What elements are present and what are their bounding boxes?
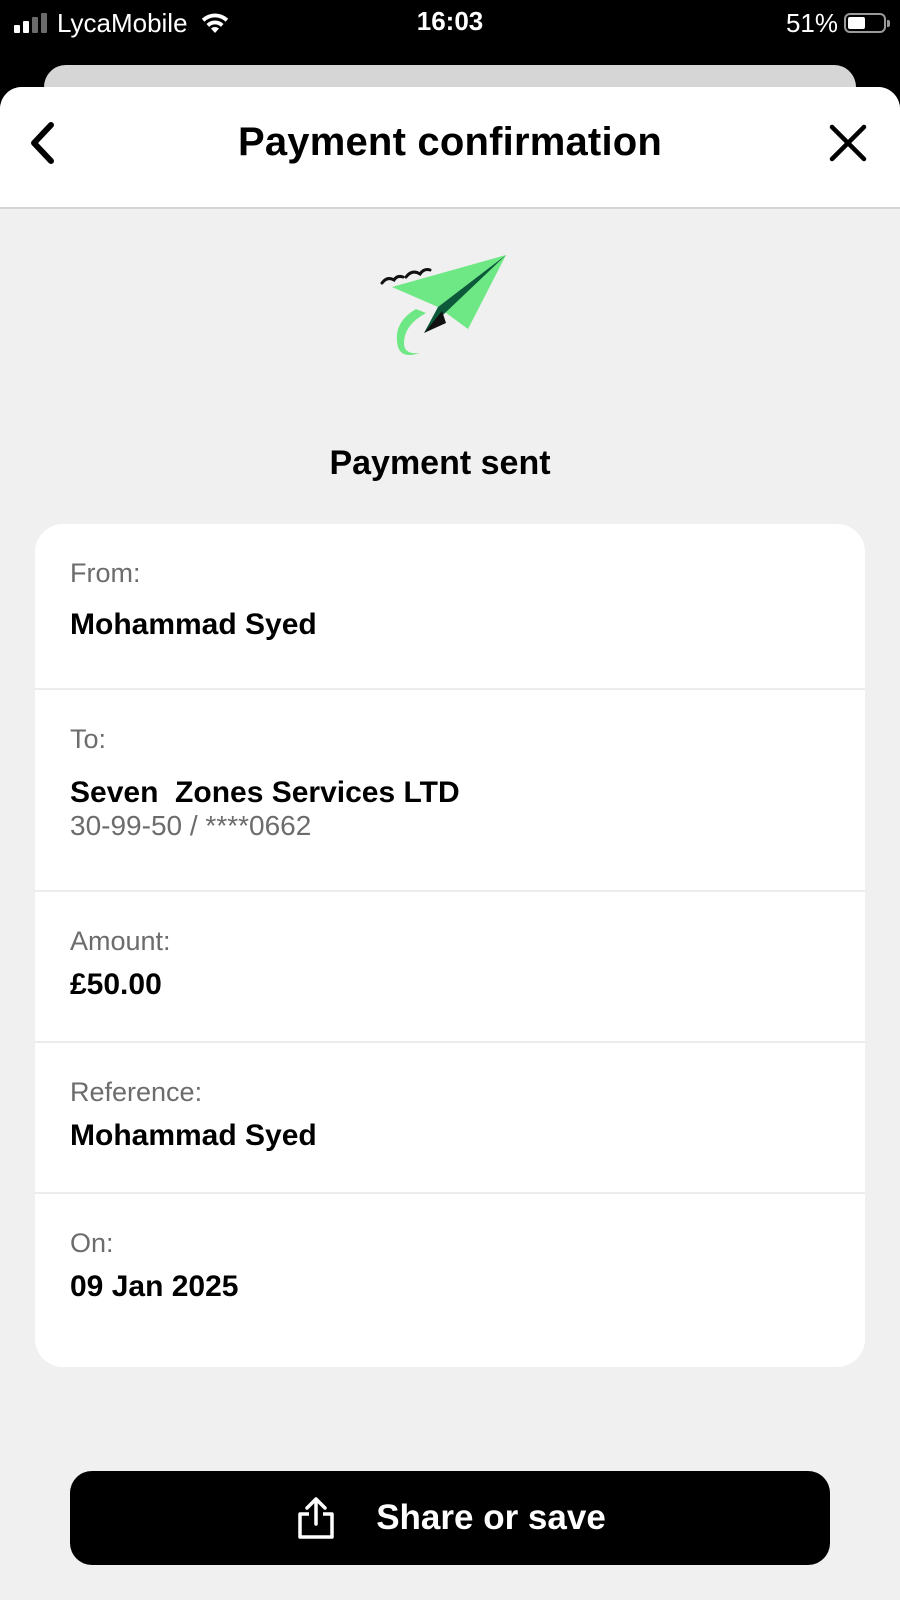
status-right: 51% <box>785 7 890 38</box>
detail-row-from: From: Mohammad Syed <box>35 524 865 690</box>
close-icon <box>829 124 867 162</box>
close-button[interactable] <box>824 119 872 167</box>
battery-icon <box>844 13 890 33</box>
paper-plane-icon <box>380 255 506 355</box>
detail-row-date: On: 09 Jan 2025 <box>35 1194 865 1367</box>
to-account-number: 30-99-50 / ****0662 <box>70 810 312 841</box>
battery-fill <box>848 17 865 29</box>
battery-percent: 51% <box>785 7 838 38</box>
page-title: Payment confirmation <box>237 120 663 164</box>
amount-value: £50.00 <box>70 968 162 1001</box>
share-icon <box>298 1497 334 1539</box>
reference-label: Reference: <box>70 1077 203 1107</box>
to-value: Seven Zones Services LTD <box>70 776 460 809</box>
from-label: From: <box>70 558 141 588</box>
sheet-header: Payment confirmation <box>0 87 900 209</box>
status-bar: LycaMobile 16:03 51% <box>0 0 900 46</box>
detail-row-to: To: Seven Zones Services LTD 30-99-50 / … <box>35 690 865 892</box>
date-label: On: <box>70 1228 114 1258</box>
reference-value: Mohammad Syed <box>70 1119 317 1152</box>
date-value: 09 Jan 2025 <box>70 1270 239 1303</box>
payment-sent-title: Payment sent <box>329 444 551 482</box>
share-or-save-label: Share or save <box>376 1498 606 1537</box>
detail-row-amount: Amount: £50.00 <box>35 892 865 1043</box>
to-label: To: <box>70 724 107 754</box>
amount-label: Amount: <box>70 926 171 956</box>
status-time: 16:03 <box>416 6 484 36</box>
from-value: Mohammad Syed <box>70 608 317 641</box>
payment-details-card: From: Mohammad Syed To: Seven Zones Serv… <box>35 524 865 1367</box>
detail-row-reference: Reference: Mohammad Syed <box>35 1043 865 1194</box>
share-or-save-button[interactable]: Share or save <box>70 1471 830 1565</box>
payment-confirmation-sheet: Payment confirmation Payment sent From: … <box>0 87 900 1600</box>
